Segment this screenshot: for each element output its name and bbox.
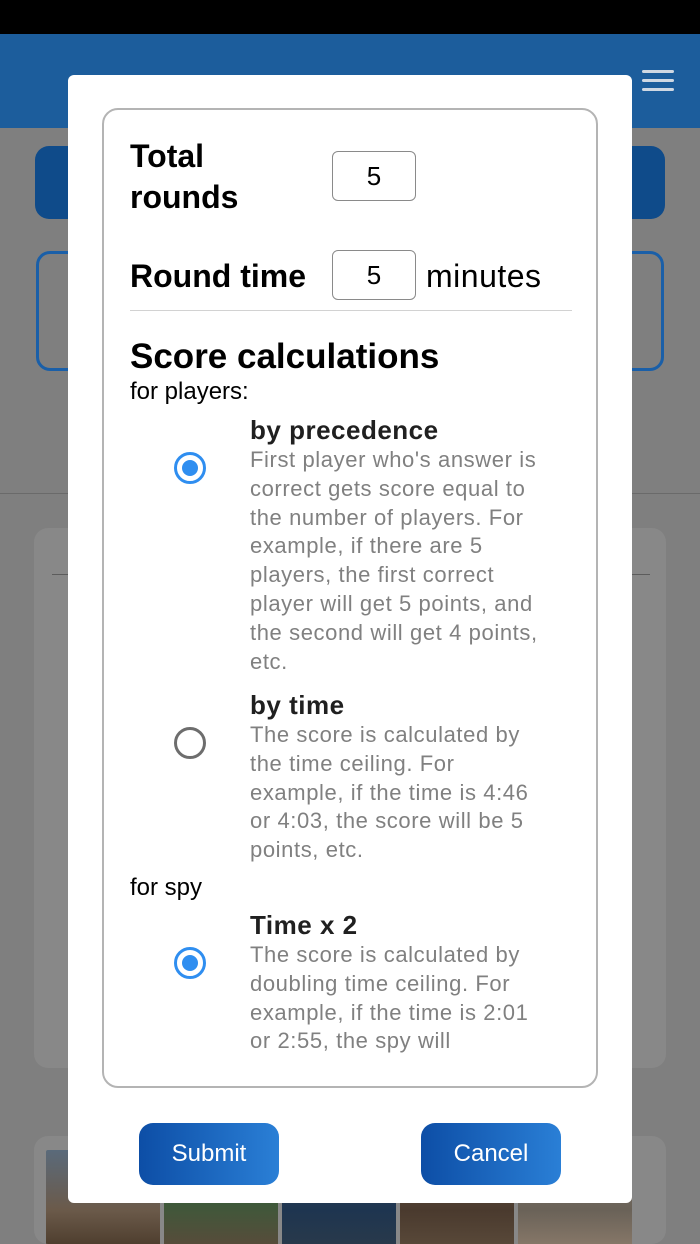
round-time-input[interactable] xyxy=(332,250,416,300)
hamburger-menu-icon[interactable] xyxy=(642,70,674,92)
round-time-label: Round time xyxy=(130,258,306,294)
option-description: First player who's answer is correct get… xyxy=(250,447,538,674)
option-description: The score is calculated by the time ceil… xyxy=(250,722,529,863)
option-title: by precedence xyxy=(250,415,439,445)
settings-modal: Total rounds Round time minutes Score ca… xyxy=(68,75,632,1203)
section-divider xyxy=(130,310,572,311)
option-description: The score is calculated by doubling time… xyxy=(250,942,529,1054)
radio-by-precedence[interactable] xyxy=(174,452,206,484)
option-title: Time x 2 xyxy=(250,910,358,940)
total-rounds-label: Total rounds xyxy=(130,138,239,215)
players-group-label: for players: xyxy=(130,378,249,405)
spy-group-label: for spy xyxy=(130,874,203,901)
cancel-button[interactable]: Cancel xyxy=(421,1123,561,1185)
round-time-row: Round time xyxy=(130,254,306,305)
submit-button[interactable]: Submit xyxy=(139,1123,279,1185)
total-rounds-row: Total rounds xyxy=(130,136,320,218)
round-time-unit: minutes xyxy=(426,258,542,294)
score-calculations-title: Score calculations xyxy=(130,337,440,376)
total-rounds-input[interactable] xyxy=(332,151,416,201)
option-title: by time xyxy=(250,690,345,720)
radio-by-time[interactable] xyxy=(174,727,206,759)
radio-time-x2[interactable] xyxy=(174,947,206,979)
status-bar xyxy=(0,0,700,34)
settings-panel: Total rounds Round time minutes Score ca… xyxy=(102,108,598,1088)
